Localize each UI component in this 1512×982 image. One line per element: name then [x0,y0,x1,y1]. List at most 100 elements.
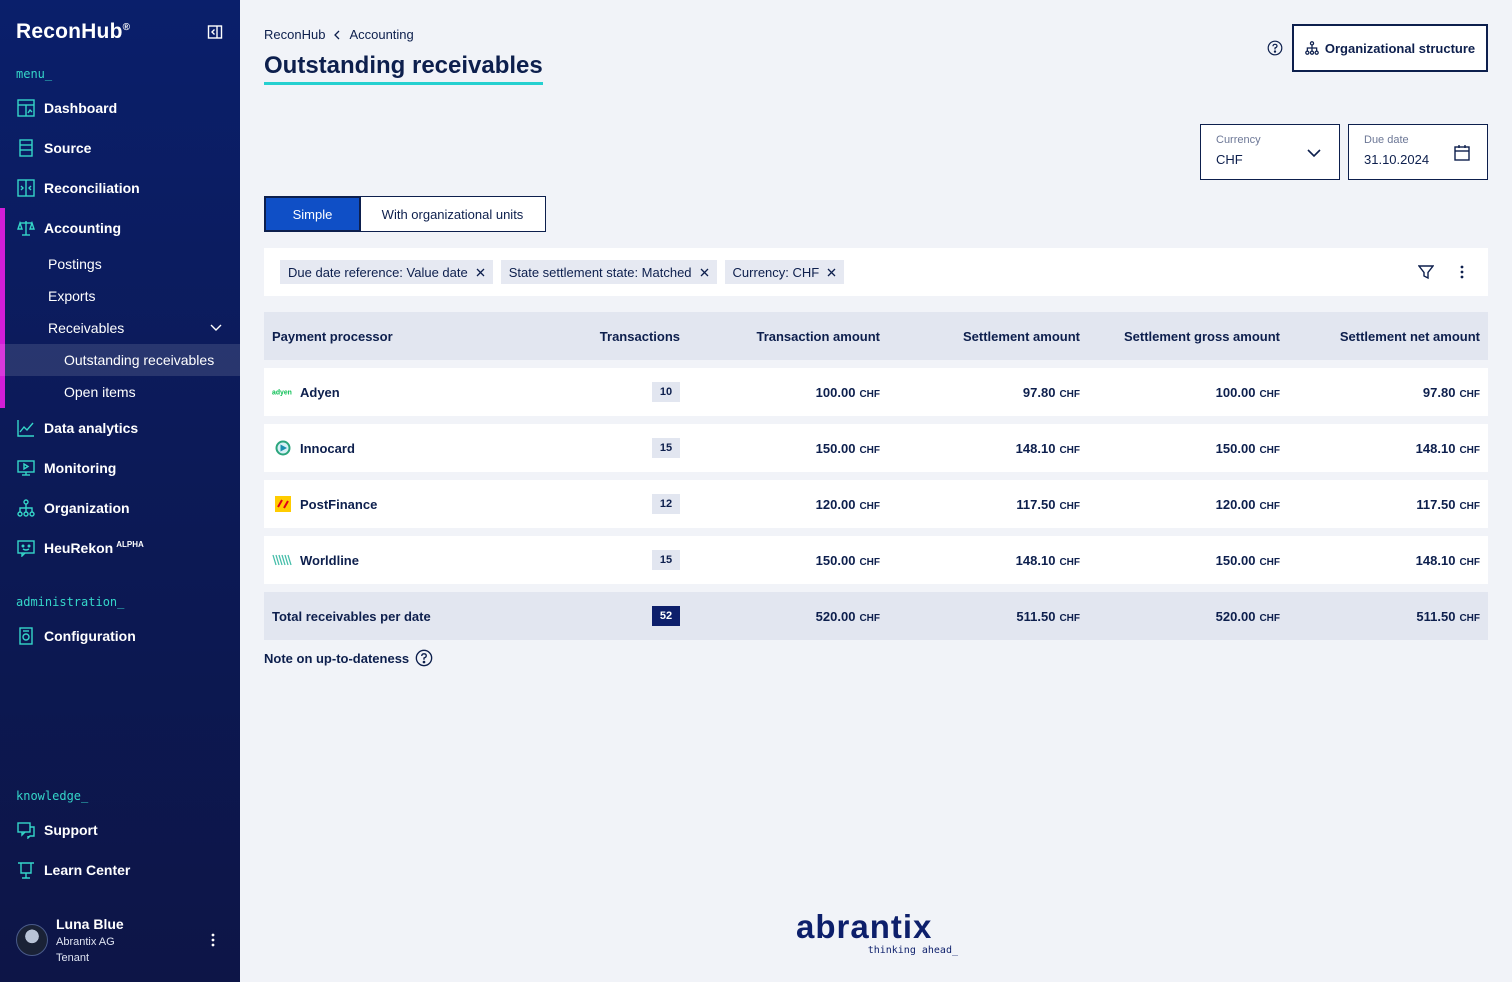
settlement-net-amount: 117.50 [1416,496,1456,512]
currency-unit: CHF [1459,444,1480,456]
settlement-gross-amount: 100.00 [1215,384,1256,400]
chevron-left-icon [334,30,340,39]
sidebar-item-label: Organization [44,500,130,516]
filter-bar: Due date reference: Value date State set… [264,248,1488,296]
currency-unit: CHF [1459,612,1480,624]
currency-select[interactable]: Currency CHF [1200,124,1340,180]
user-profile[interactable]: Luna Blue Abrantix AG Tenant [16,916,226,968]
currency-unit: CHF [1259,388,1280,400]
sidebar-subitem-exports[interactable]: Exports [0,280,240,312]
filter-chip[interactable]: Due date reference: Value date [280,260,493,284]
sidebar-item-dashboard[interactable]: Dashboard [0,92,240,124]
close-icon[interactable] [476,268,485,277]
breadcrumb: ReconHub Accounting [264,27,414,42]
settlement-amount: 148.10 [1015,440,1056,456]
filter-icon[interactable] [1418,264,1434,280]
more-options-icon[interactable] [1458,264,1466,280]
sidebar-item-support[interactable]: Support [0,814,240,846]
col-header-settlement-net[interactable]: Settlement net amount [1288,312,1488,360]
breadcrumb-root[interactable]: ReconHub [264,27,325,42]
col-header-processor[interactable]: Payment processor [264,312,532,360]
innocard-logo [272,440,294,456]
subitem-label: Postings [48,256,102,272]
calendar-icon[interactable] [1453,144,1471,162]
collapse-sidebar-icon[interactable] [207,24,223,40]
close-icon[interactable] [827,268,836,277]
table-header-row: Payment processor Transactions Transacti… [264,312,1488,360]
currency-unit: CHF [859,612,880,624]
sidebar-item-learn-center[interactable]: Learn Center [0,854,240,886]
sidebar-item-accounting[interactable]: Accounting [0,212,240,244]
currency-unit: CHF [1259,612,1280,624]
sidebar-item-heurekon[interactable]: HeuRekon ALPHA [0,532,240,564]
settlement-gross-amount: 150.00 [1215,440,1256,456]
help-icon[interactable] [1267,40,1283,56]
sidebar-subitem-outstanding-receivables[interactable]: Outstanding receivables [0,344,240,376]
total-settlement-gross-amount: 520.00 [1215,608,1256,624]
sidebar-item-data-analytics[interactable]: Data analytics [0,412,240,444]
sidebar-item-label: Dashboard [44,100,118,116]
settlement-net-amount: 148.10 [1415,552,1456,568]
toggle-simple[interactable]: Simple [264,196,361,232]
chevron-down-icon [1307,149,1321,158]
chip-label: Currency: CHF [732,264,820,280]
breadcrumb-current[interactable]: Accounting [349,27,413,42]
currency-unit: CHF [1459,500,1480,512]
up-to-dateness-note[interactable]: Note on up-to-dateness [264,649,433,667]
receivables-table: Payment processor Transactions Transacti… [264,304,1488,648]
settlement-amount: 97.80 [1022,384,1056,400]
col-header-transaction-amount[interactable]: Transaction amount [688,312,888,360]
table-row[interactable]: Innocard 15 150.00 CHF 148.10 CHF 150.00 CH… [264,424,1488,472]
currency-unit: CHF [1059,388,1080,400]
currency-unit: CHF [859,500,880,512]
settlement-gross-amount: 150.00 [1215,552,1256,568]
sidebar-item-label: Support [44,822,98,838]
avatar [16,924,48,956]
chip-label: Due date reference: Value date [288,264,468,280]
col-header-settlement-gross[interactable]: Settlement gross amount [1088,312,1288,360]
currency-unit: CHF [859,388,880,400]
sidebar-subitem-open-items[interactable]: Open items [0,376,240,408]
table-row[interactable]: Worldline 15 150.00 CHF 148.10 CHF 150.00 C… [264,536,1488,584]
subitem-label: Exports [48,288,96,304]
close-icon[interactable] [700,268,709,277]
scale-icon [17,220,35,236]
sidebar-item-configuration[interactable]: Configuration [0,620,240,652]
filter-chip[interactable]: Currency: CHF [724,260,845,284]
transactions-count: 10 [652,382,680,402]
currency-unit: CHF [859,556,880,568]
subitem-label: Open items [64,384,136,400]
table-total-row: Total receivables per date 52 520.00 CHF … [264,592,1488,640]
note-label: Note on up-to-dateness [264,650,410,666]
chat-bot-icon [17,540,35,557]
table-row[interactable]: PostFinance 12 120.00 CHF 117.50 CHF 120.0… [264,480,1488,528]
processor-name: Adyen [300,384,340,400]
app-logo[interactable]: ReconHub® [16,20,130,44]
chevron-down-icon[interactable] [210,321,222,333]
sidebar-item-organization[interactable]: Organization [0,492,240,524]
sidebar-item-label: Monitoring [44,460,117,476]
brand-wordmark: abrantix [796,908,933,945]
currency-unit: CHF [859,444,880,456]
alpha-badge: ALPHA [116,539,144,549]
user-menu-icon[interactable] [208,932,218,948]
sidebar-subitem-receivables[interactable]: Receivables [0,312,240,344]
col-header-settlement-amount[interactable]: Settlement amount [888,312,1088,360]
total-transaction-amount: 520.00 [815,608,856,624]
sidebar-item-source[interactable]: Source [0,132,240,164]
sidebar-item-reconciliation[interactable]: Reconciliation [0,172,240,204]
toggle-org-units[interactable]: With organizational units [360,197,545,231]
currency-unit: CHF [1059,612,1080,624]
sidebar-subitem-postings[interactable]: Postings [0,248,240,280]
sidebar-item-monitoring[interactable]: Monitoring [0,452,240,484]
filter-chip[interactable]: State settlement state: Matched [500,260,717,284]
user-name: Luna Blue [56,916,124,932]
col-header-transactions[interactable]: Transactions [532,312,688,360]
currency-unit: CHF [1259,500,1280,512]
source-icon [19,139,33,157]
table-row[interactable]: adyen Adyen 10 100.00 CHF 97.80 CHF 100.00… [264,368,1488,416]
chip-label: State settlement state: Matched [508,264,692,280]
due-date-field[interactable]: Due date 31.10.2024 [1348,124,1488,180]
organizational-structure-button[interactable]: Organizational structure [1292,24,1488,72]
help-icon[interactable] [415,649,433,667]
